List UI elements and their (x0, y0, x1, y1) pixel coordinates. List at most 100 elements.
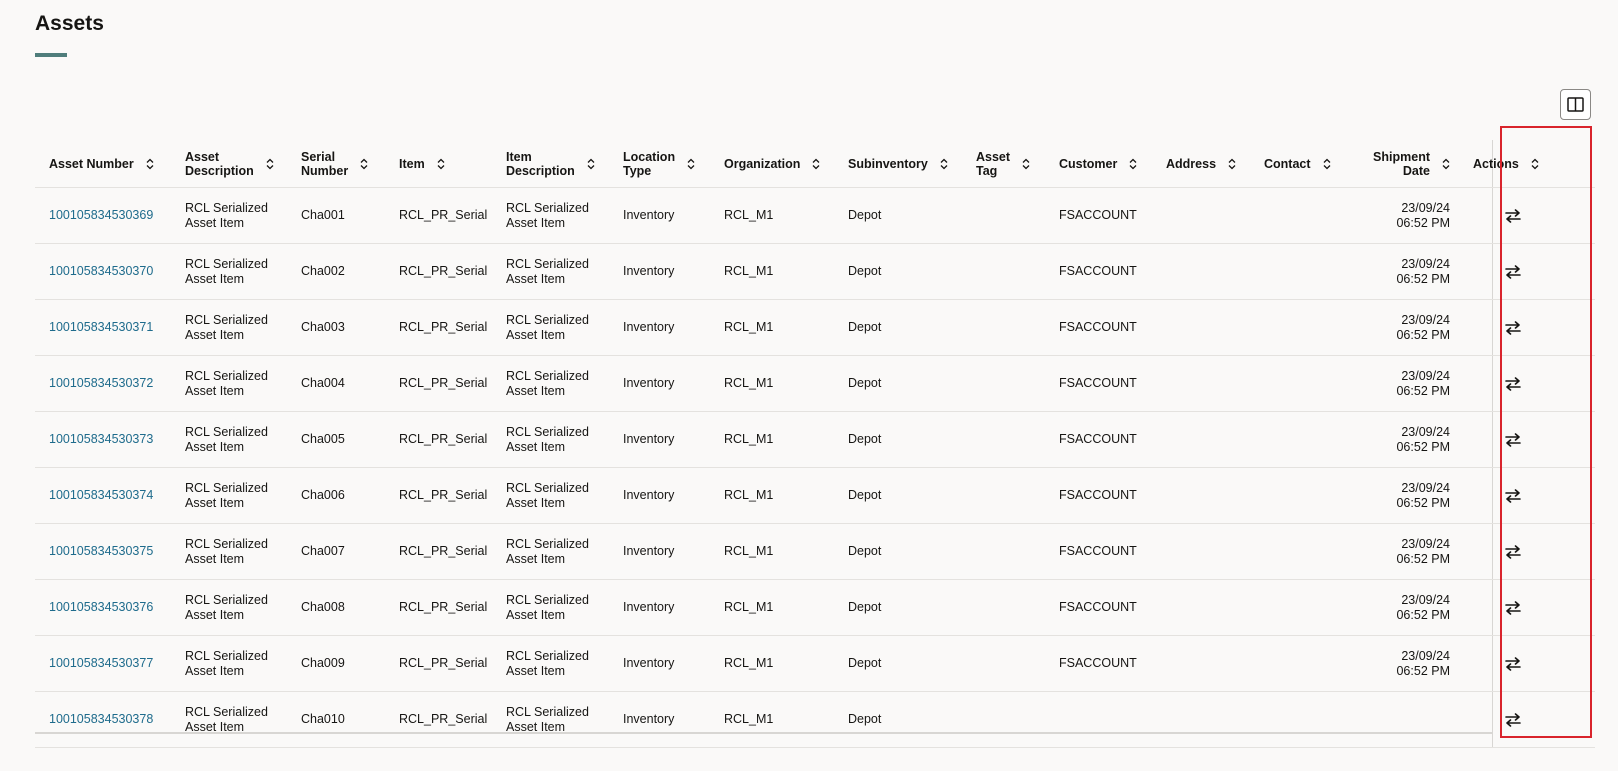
cell-text-organization: RCL_M1 (724, 264, 774, 278)
table-row[interactable]: 100105834530371 RCL Serialized Asset Item C… (35, 300, 1595, 356)
cell-contact (1250, 244, 1348, 299)
table-row[interactable]: 100105834530375 RCL Serialized Asset Item C… (35, 524, 1595, 580)
cell-text-asset-number[interactable]: 100105834530373 (49, 432, 153, 447)
cell-address (1152, 188, 1250, 243)
cell-item: RCL_PR_Serial (385, 524, 492, 579)
table-row[interactable]: 100105834530376 RCL Serialized Asset Item C… (35, 580, 1595, 636)
cell-text-customer: FSACCOUNT (1059, 264, 1137, 278)
cell-text-organization: RCL_M1 (724, 320, 774, 334)
cell-item: RCL_PR_Serial (385, 412, 492, 467)
column-header-subinventory[interactable]: Subinventory (834, 140, 962, 187)
cell-text-item-description: RCL Serialized Asset Item (506, 424, 589, 454)
column-header-location-type[interactable]: Location Type (609, 140, 710, 187)
row-action-button[interactable] (1499, 202, 1527, 230)
table-row[interactable]: 100105834530378 RCL Serialized Asset Item C… (35, 692, 1595, 748)
cell-text-asset-number[interactable]: 100105834530370 (49, 264, 153, 279)
sort-icon[interactable] (1022, 158, 1030, 170)
column-toggle-button[interactable] (1560, 89, 1591, 120)
cell-text-asset-number[interactable]: 100105834530371 (49, 320, 153, 335)
cell-subinventory: Depot (834, 468, 962, 523)
table-row[interactable]: 100105834530377 RCL Serialized Asset Item C… (35, 636, 1595, 692)
cell-actions (1458, 188, 1568, 243)
cell-subinventory: Depot (834, 692, 962, 747)
cell-item-description: RCL Serialized Asset Item (492, 468, 609, 523)
cell-text-customer: FSACCOUNT (1059, 376, 1137, 390)
sort-icon[interactable] (146, 158, 154, 170)
sort-icon[interactable] (437, 158, 445, 170)
column-header-shipment-date[interactable]: Shipment Date (1348, 140, 1458, 187)
sort-icon[interactable] (360, 158, 368, 170)
cell-shipment-date: 23/09/24 06:52 PM (1348, 636, 1458, 691)
row-action-button[interactable] (1499, 258, 1527, 286)
table-row[interactable]: 100105834530374 RCL Serialized Asset Item C… (35, 468, 1595, 524)
cell-asset-description: RCL Serialized Asset Item (171, 468, 287, 523)
column-header-customer[interactable]: Customer (1045, 140, 1152, 187)
sort-icon[interactable] (687, 158, 695, 170)
table-row[interactable]: 100105834530369 RCL Serialized Asset Item C… (35, 188, 1595, 244)
column-header-address[interactable]: Address (1152, 140, 1250, 187)
row-action-button[interactable] (1499, 538, 1527, 566)
cell-text-asset-description: RCL Serialized Asset Item (185, 200, 268, 230)
cell-contact (1250, 188, 1348, 243)
column-header-organization[interactable]: Organization (710, 140, 834, 187)
column-header-contact[interactable]: Contact (1250, 140, 1348, 187)
cell-text-item-description: RCL Serialized Asset Item (506, 368, 589, 398)
cell-text-item: RCL_PR_Serial (399, 712, 488, 726)
cell-text-asset-number[interactable]: 100105834530377 (49, 656, 153, 671)
cell-asset-number: 100105834530374 (35, 468, 171, 523)
cell-contact (1250, 524, 1348, 579)
cell-asset-description: RCL Serialized Asset Item (171, 244, 287, 299)
row-action-button[interactable] (1499, 650, 1527, 678)
column-header-serial-number[interactable]: Serial Number (287, 140, 385, 187)
row-action-button[interactable] (1499, 314, 1527, 342)
column-header-item[interactable]: Item (385, 140, 492, 187)
cell-text-asset-number[interactable]: 100105834530374 (49, 488, 153, 503)
cell-text-asset-number[interactable]: 100105834530375 (49, 544, 153, 559)
cell-text-item: RCL_PR_Serial (399, 432, 488, 446)
cell-item: RCL_PR_Serial (385, 692, 492, 747)
sort-icon[interactable] (1442, 158, 1450, 170)
row-action-button[interactable] (1499, 706, 1527, 734)
swap-arrows-icon (1505, 208, 1521, 223)
sort-icon[interactable] (940, 158, 948, 170)
cell-text-organization: RCL_M1 (724, 376, 774, 390)
row-action-button[interactable] (1499, 482, 1527, 510)
sort-icon[interactable] (1531, 158, 1539, 170)
cell-text-asset-description: RCL Serialized Asset Item (185, 648, 268, 678)
cell-text-shipment-date: 23/09/24 06:52 PM (1396, 256, 1450, 286)
cell-text-asset-number[interactable]: 100105834530369 (49, 208, 153, 223)
row-action-button[interactable] (1499, 426, 1527, 454)
column-header-label: Item (399, 156, 425, 171)
cell-contact (1250, 300, 1348, 355)
sort-icon[interactable] (1323, 158, 1331, 170)
row-action-button[interactable] (1499, 594, 1527, 622)
cell-customer: FSACCOUNT (1045, 636, 1152, 691)
cell-text-location-type: Inventory (623, 656, 675, 670)
cell-actions (1458, 300, 1568, 355)
cell-text-asset-number[interactable]: 100105834530372 (49, 376, 153, 391)
cell-text-asset-number[interactable]: 100105834530378 (49, 712, 153, 727)
table-row[interactable]: 100105834530372 RCL Serialized Asset Item C… (35, 356, 1595, 412)
cell-subinventory: Depot (834, 524, 962, 579)
column-header-asset-tag[interactable]: Asset Tag (962, 140, 1045, 187)
sort-icon[interactable] (587, 158, 595, 170)
cell-customer (1045, 692, 1152, 747)
column-header-asset-number[interactable]: Asset Number (35, 140, 171, 187)
cell-text-subinventory: Depot (848, 432, 882, 446)
column-header-asset-description[interactable]: Asset Description (171, 140, 287, 187)
cell-text-subinventory: Depot (848, 264, 882, 278)
cell-text-serial-number: Cha008 (301, 600, 345, 614)
table-row[interactable]: 100105834530373 RCL Serialized Asset Item C… (35, 412, 1595, 468)
cell-text-customer: FSACCOUNT (1059, 208, 1137, 222)
swap-arrows-icon (1505, 376, 1521, 391)
sort-icon[interactable] (1129, 158, 1137, 170)
sort-icon[interactable] (1228, 158, 1236, 170)
sort-icon[interactable] (266, 158, 274, 170)
row-action-button[interactable] (1499, 370, 1527, 398)
cell-shipment-date: 23/09/24 06:52 PM (1348, 524, 1458, 579)
sort-icon[interactable] (812, 158, 820, 170)
column-header-actions[interactable]: Actions (1458, 140, 1568, 187)
column-header-item-description[interactable]: Item Description (492, 140, 609, 187)
cell-text-asset-number[interactable]: 100105834530376 (49, 600, 153, 615)
table-row[interactable]: 100105834530370 RCL Serialized Asset Item C… (35, 244, 1595, 300)
